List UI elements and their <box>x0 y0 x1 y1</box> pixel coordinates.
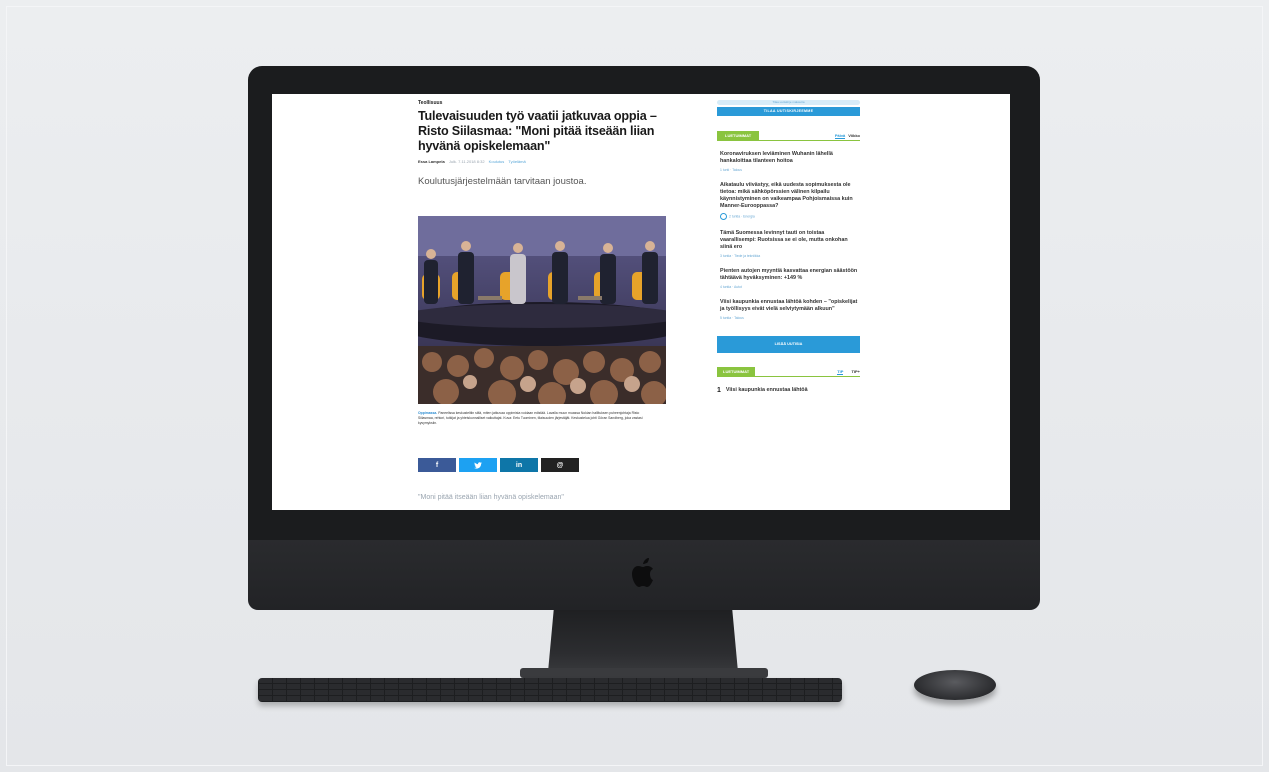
mouse <box>914 670 996 700</box>
tab-week[interactable]: Viikko <box>848 133 860 139</box>
keyboard <box>258 678 842 702</box>
news-title[interactable]: Aikataulu viivästyy, eikä uudesta sopimu… <box>720 182 860 210</box>
publish-date: Julk. 7.11.2018 8:32 <box>448 159 485 164</box>
article-lead: Koulutusjärjestelmään tarvitaan joustoa. <box>418 176 587 187</box>
tag-link[interactable]: Työelämä <box>508 159 525 164</box>
sidebar: Tilaa uutiskirje maksutta TILAA UUTISKIR… <box>717 100 860 394</box>
most-read-item[interactable]: 1 Viisi kaupunkia ennustaa lähtöä <box>717 387 860 394</box>
monitor-stand <box>548 610 738 672</box>
linkedin-share-button[interactable]: in <box>500 458 538 472</box>
section-label[interactable]: Teollisuus <box>418 100 668 106</box>
article-photo <box>418 216 666 404</box>
news-info: 4 tuntia · Autot <box>720 285 742 289</box>
facebook-icon: f <box>435 461 439 469</box>
rank-number: 1 <box>717 387 721 394</box>
news-title[interactable]: Tämä Suomessa levinnyt tauti on toistaa … <box>720 230 860 251</box>
email-icon: @ <box>556 461 564 469</box>
caption-lead: Oppimassa. <box>418 411 438 415</box>
caption-body: Paneelissa keskusteltiin siitä, miten ja… <box>418 411 643 425</box>
share-bar: f in @ <box>418 458 579 472</box>
monitor-stand-base <box>520 668 768 678</box>
tab-tip-plus[interactable]: TIP+ <box>851 369 860 375</box>
latest-header: LUETUIMMAT Päivä Viikko <box>717 131 860 141</box>
news-info: 1 tunti · Talous <box>720 168 742 172</box>
news-title[interactable]: Pienten autojen myyntiä kasvattaa energi… <box>720 268 860 282</box>
most-read-label: LUETUIMMAT <box>717 367 756 376</box>
tag-link[interactable]: Koulutus <box>489 159 505 164</box>
news-item[interactable]: Koronaviruksen leviäminen Wuhanin lähell… <box>717 151 860 172</box>
twitter-icon <box>474 461 482 469</box>
comment-icon <box>720 213 727 220</box>
article-headline: Tulevaisuuden työ vaatii jatkuvaa oppia … <box>418 109 657 153</box>
news-item[interactable]: Pienten autojen myyntiä kasvattaa energi… <box>717 268 860 289</box>
apple-logo-icon <box>632 558 653 587</box>
facebook-share-button[interactable]: f <box>418 458 456 472</box>
subscribe-button[interactable]: TILAA UUTISKIRJEEMME <box>717 107 860 116</box>
most-read-tabs: TIP TIP+ <box>837 369 860 375</box>
most-read-title[interactable]: Viisi kaupunkia ennustaa lähtöä <box>726 387 808 393</box>
newsletter-banner: Tilaa uutiskirje maksutta <box>717 100 860 105</box>
news-info: 5 tuntia · Talous <box>720 316 744 320</box>
article: Teollisuus Tulevaisuuden työ vaatii jatk… <box>418 100 668 501</box>
news-item[interactable]: Tämä Suomessa levinnyt tauti on toistaa … <box>717 230 860 258</box>
news-item[interactable]: Aikataulu viivästyy, eikä uudesta sopimu… <box>717 182 860 220</box>
news-item[interactable]: Viisi kaupunkia ennustaa lähtöä kohden –… <box>717 299 860 320</box>
news-title[interactable]: Viisi kaupunkia ennustaa lähtöä kohden –… <box>720 299 860 313</box>
email-share-button[interactable]: @ <box>541 458 579 472</box>
byline: Essa Lampela Julk. 7.11.2018 8:32 Koulut… <box>418 159 668 164</box>
latest-tabs: Päivä Viikko <box>834 133 860 139</box>
most-read-header: LUETUIMMAT TIP TIP+ <box>717 367 860 377</box>
latest-label: LUETUIMMAT <box>717 131 760 140</box>
browser-screen: Teollisuus Tulevaisuuden työ vaatii jatk… <box>272 94 1010 510</box>
news-title[interactable]: Koronaviruksen leviäminen Wuhanin lähell… <box>720 151 860 165</box>
news-info: 3 tuntia · Tiede ja tekniikka <box>720 254 761 258</box>
tab-day[interactable]: Päivä <box>834 133 846 139</box>
news-info: 2 tuntia · Energia <box>720 213 860 220</box>
more-news-button[interactable]: LISÄÄ UUTISIA <box>717 336 860 353</box>
twitter-share-button[interactable] <box>459 458 497 472</box>
author-name[interactable]: Essa Lampela <box>418 159 445 164</box>
article-teaser: "Moni pitää itseään liian hyvänä opiskel… <box>418 494 564 501</box>
photo-caption: Oppimassa. Paneelissa keskusteltiin siit… <box>418 411 650 426</box>
tab-tip[interactable]: TIP <box>837 369 844 375</box>
linkedin-icon: in <box>515 461 523 469</box>
